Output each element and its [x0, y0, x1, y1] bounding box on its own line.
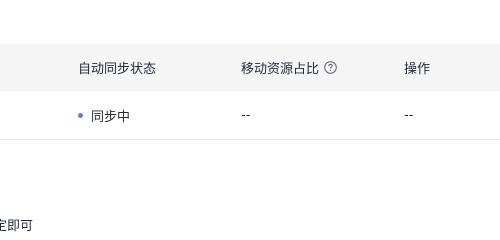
footer-text: 定即可: [0, 219, 34, 234]
page: 自动同步状态 移动资源占比 操作 同步中 -- -- 定即可: [0, 0, 500, 234]
row-status-text: 同步中: [91, 109, 131, 125]
header-migration-ratio-cell: 移动资源占比: [241, 43, 337, 91]
row-operations: --: [404, 107, 414, 123]
table-header: 自动同步状态 移动资源占比 操作: [0, 43, 500, 91]
header-operations: 操作: [404, 61, 431, 77]
status-dot-icon: [78, 112, 83, 118]
row-status-cell: 同步中: [78, 91, 130, 139]
header-auto-sync-status: 自动同步状态: [78, 61, 157, 77]
header-migration-ratio: 移动资源占比: [241, 61, 320, 77]
question-circle-icon[interactable]: [324, 60, 337, 74]
sync-table: 自动同步状态 移动资源占比 操作 同步中 -- --: [0, 43, 500, 140]
row-migration-ratio: --: [241, 107, 251, 123]
table-row: 同步中 -- --: [0, 91, 500, 140]
